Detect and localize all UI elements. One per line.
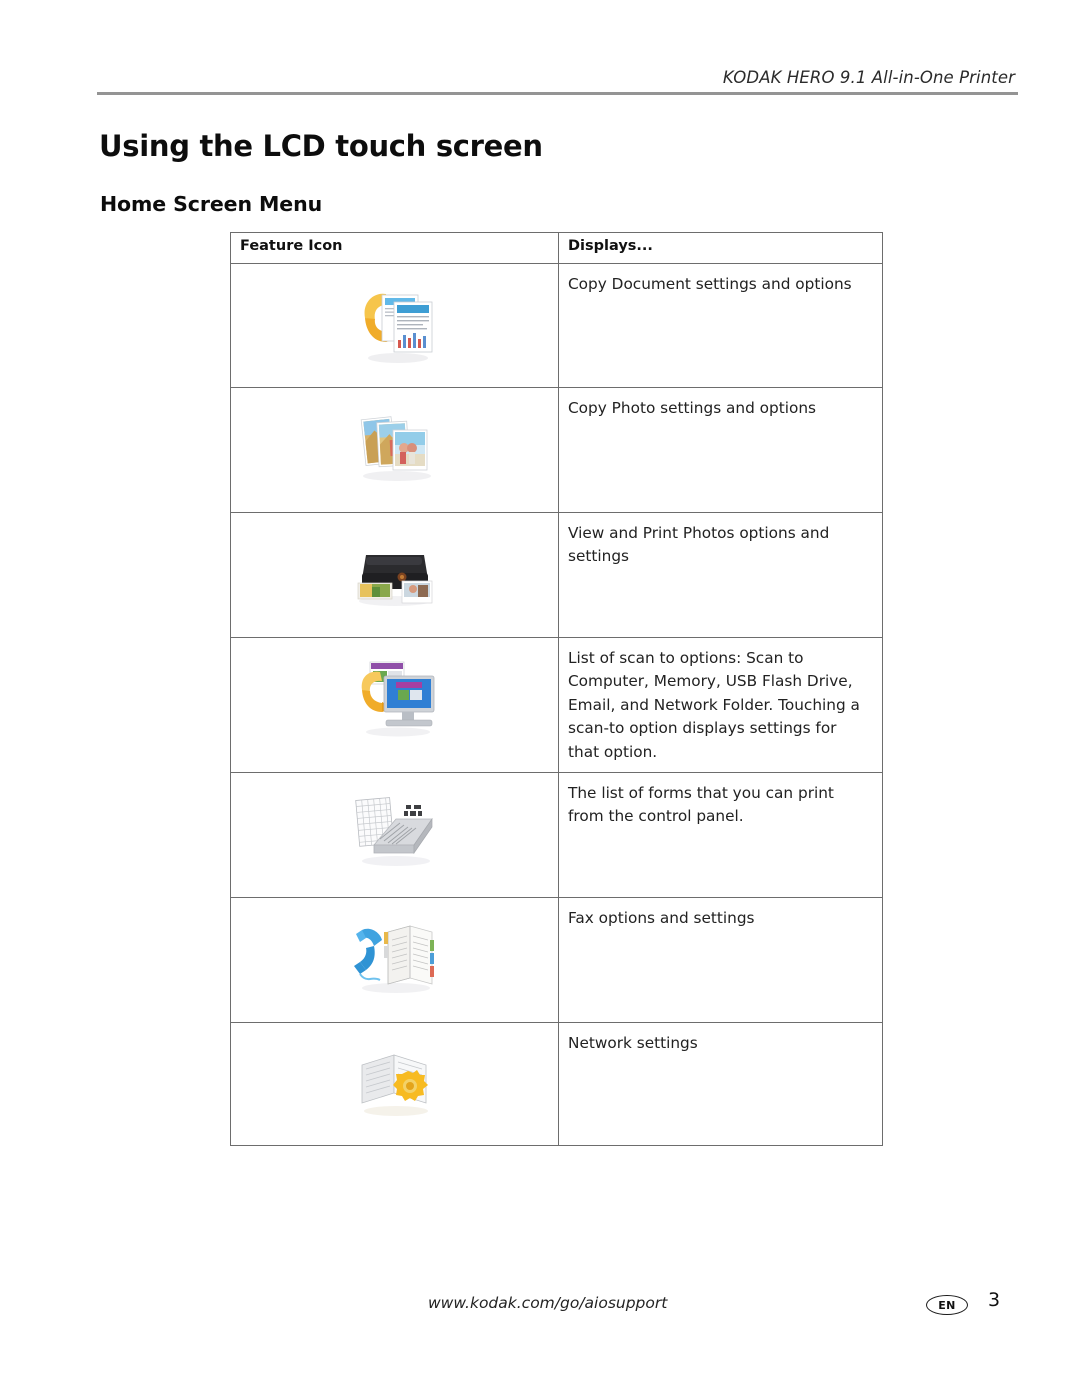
copy-document-icon [340,272,450,372]
cell-icon [230,1022,559,1147]
cell-description: The list of forms that you can print fro… [558,772,883,899]
printable-forms-icon-art [354,797,433,867]
feature-icon-table: Feature Icon Displays... Copy Document s… [230,232,883,1147]
column-header-displays: Displays... [558,232,883,264]
table-row: View and Print Photos options and settin… [230,512,883,638]
cell-description: Network settings [558,1022,883,1147]
language-badge: EN [926,1295,968,1315]
table-row: Network settings [230,1022,883,1147]
table-row: List of scan to options: Scan to Compute… [230,636,883,774]
scan-icon-art [361,661,434,737]
view-print-photos-icon-art [357,555,432,606]
row-description: Network settings [568,1034,698,1053]
row-description: Fax options and settings [568,909,755,928]
fax-icon [340,906,450,1006]
cell-icon [230,772,559,899]
row-description: Copy Document settings and options [568,275,852,293]
view-print-photos-icon [340,521,450,621]
table-row: Copy Document settings and options [230,263,883,388]
row-description: The list of forms that you can print fro… [568,784,834,826]
table-row: Fax options and settings [230,897,883,1024]
scan-icon [340,646,450,746]
running-header: KODAK HERO 9.1 All-in-One Printer [97,68,1017,88]
cell-description: List of scan to options: Scan to Compute… [558,636,883,774]
network-settings-icon-art [361,1054,428,1117]
table-row: The list of forms that you can print fro… [230,772,883,899]
cell-icon [230,897,559,1024]
copy-document-icon-art [364,293,432,363]
page-number: 3 [988,1289,1001,1311]
footer-support-url[interactable]: www.kodak.com/go/aiosupport [428,1294,667,1312]
table-row: Copy Photo settings and options [230,387,883,513]
cell-description: Copy Photo settings and options [558,387,883,513]
document-page: KODAK HERO 9.1 All-in-One Printer Using … [0,0,1080,1397]
fax-icon-art [353,925,434,994]
row-description: View and Print Photos options and settin… [568,524,830,566]
cell-description: Fax options and settings [558,897,883,1024]
column-header-feature-icon: Feature Icon [230,232,559,264]
page-title: Using the LCD touch screen [99,129,543,163]
copy-photo-icon [340,396,450,496]
printable-forms-icon [340,781,450,881]
cell-icon [230,636,559,774]
row-description: Copy Photo settings and options [568,399,817,417]
row-description: List of scan to options: Scan to Compute… [568,649,860,761]
cell-description: View and Print Photos options and settin… [558,512,883,638]
cell-description: Copy Document settings and options [558,263,883,388]
header-row-divider [230,263,882,264]
column-header-feature-icon-label: Feature Icon [240,238,343,254]
copy-photo-icon-art [360,416,431,481]
cell-icon [230,512,559,638]
cell-icon [230,387,559,513]
column-header-displays-label: Displays... [568,238,653,254]
running-header-text: KODAK HERO 9.1 All-in-One Printer [722,68,1015,87]
header-rule [97,92,1018,95]
section-heading: Home Screen Menu [100,192,323,216]
table-header-row: Feature Icon Displays... [230,232,883,264]
language-badge-label: EN [938,1299,956,1312]
cell-icon [230,263,559,388]
network-settings-icon [340,1031,450,1131]
